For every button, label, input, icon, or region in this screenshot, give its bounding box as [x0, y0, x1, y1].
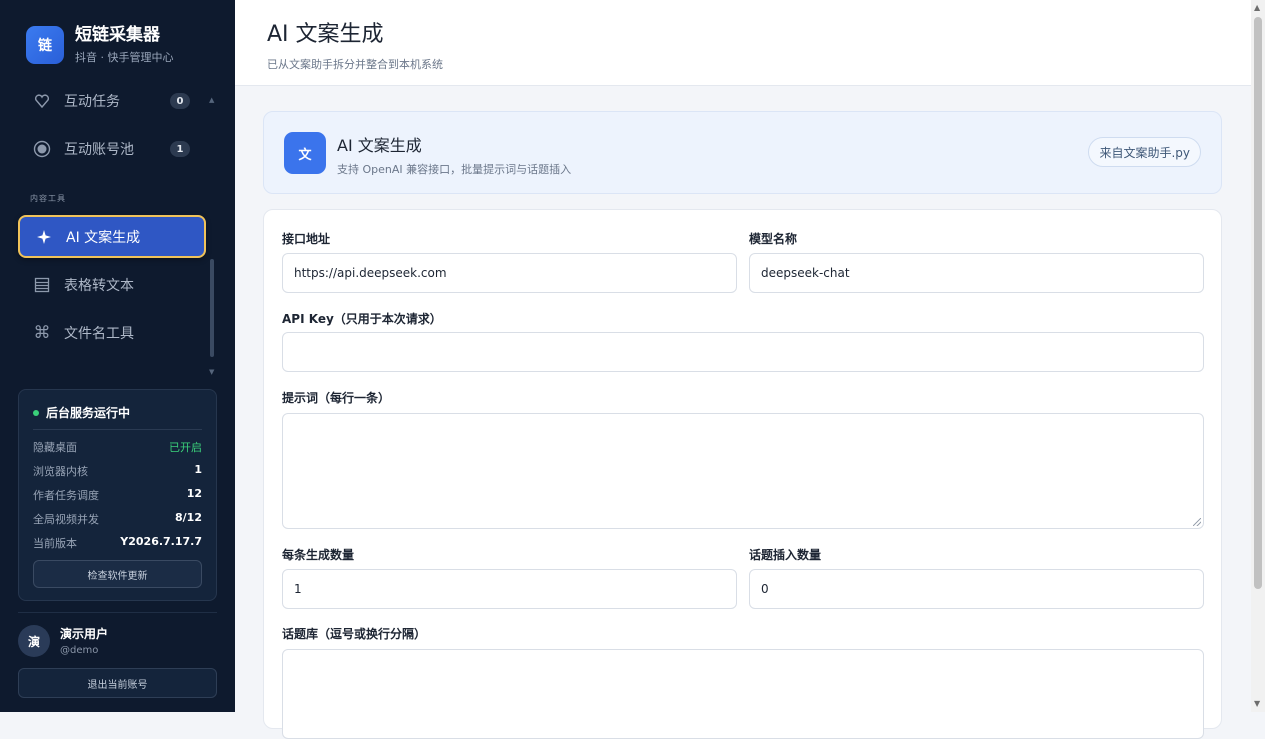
count-badge: 1: [170, 141, 190, 157]
record-icon: [32, 139, 52, 159]
service-row: 当前版本 Y2026.7.17.7: [33, 535, 202, 550]
count-badge: 0: [170, 93, 190, 109]
api-key-input[interactable]: [282, 332, 1204, 372]
service-row: 浏览器内核 1: [33, 463, 202, 478]
command-icon: ⌘: [33, 323, 51, 343]
heart-icon: [32, 91, 52, 111]
sidebar-item-interaction-tasks[interactable]: 互动任务 0: [18, 81, 206, 121]
topic-count-input[interactable]: 0: [749, 569, 1204, 609]
sidebar-item-filename-tool[interactable]: ⌘ 文件名工具: [18, 313, 206, 353]
topic-count-label: 话题插入数量: [749, 548, 822, 562]
resize-handle-icon[interactable]: [1193, 518, 1201, 526]
status-value: 已开启: [169, 441, 202, 454]
count-input[interactable]: 1: [282, 569, 737, 609]
service-row: 全局视频并发 8/12: [33, 511, 202, 526]
service-row: 隐藏桌面 已开启: [33, 441, 202, 454]
feature-icon: 文: [284, 132, 326, 174]
prompts-textarea[interactable]: [282, 413, 1204, 529]
service-title: 后台服务运行中: [46, 406, 131, 420]
sidebar-item-table-to-text[interactable]: 表格转文本: [18, 265, 206, 305]
scroll-down-arrow-icon[interactable]: ▼: [1254, 699, 1260, 708]
feature-subtitle: 支持 OpenAI 兼容接口，批量提示词与话题插入: [337, 163, 572, 176]
status-dot-icon: [33, 409, 39, 416]
sidebar-item-ai-copywriting[interactable]: AI 文案生成: [18, 215, 206, 258]
user-handle: @demo: [60, 645, 99, 656]
brand-title: 短链采集器: [75, 25, 160, 45]
page-title: AI 文案生成: [267, 22, 384, 47]
brand-subtitle: 抖音 · 快手管理中心: [75, 51, 174, 64]
check-update-button[interactable]: 检查软件更新: [33, 560, 202, 588]
sidebar-item-label: 表格转文本: [64, 278, 134, 294]
feature-title: AI 文案生成: [337, 136, 422, 155]
endpoint-label: 接口地址: [282, 232, 331, 246]
feature-banner: 文 AI 文案生成 支持 OpenAI 兼容接口，批量提示词与话题插入 来自文案…: [263, 111, 1222, 194]
endpoint-input[interactable]: https://api.deepseek.com: [282, 253, 737, 293]
divider: [18, 612, 217, 613]
page-subtitle: 已从文案助手拆分并整合到本机系统: [267, 58, 443, 71]
sidebar-item-label: 互动账号池: [64, 142, 134, 158]
page-scrollbar[interactable]: ▲ ▼: [1251, 0, 1265, 712]
brand: 链 短链采集器 抖音 · 快手管理中心: [26, 25, 174, 65]
sidebar-item-account-pool[interactable]: 互动账号池 1: [18, 129, 206, 169]
topics-textarea[interactable]: [282, 649, 1204, 739]
page-header: AI 文案生成 已从文案助手拆分并整合到本机系统: [235, 0, 1251, 86]
service-status-card: 后台服务运行中 隐藏桌面 已开启 浏览器内核 1 作者任务调度 12 全局视频并…: [18, 389, 217, 601]
sidebar-item-label: 文件名工具: [64, 326, 134, 342]
model-input[interactable]: deepseek-chat: [749, 253, 1204, 293]
user-name: 演示用户: [60, 627, 109, 641]
sidebar: 链 短链采集器 抖音 · 快手管理中心 互动任务 0 ▲ 互动账号池 1 内容工…: [0, 0, 235, 712]
scroll-up-icon[interactable]: ▲: [209, 96, 214, 104]
divider: [33, 429, 202, 430]
sidebar-item-label: AI 文案生成: [66, 229, 141, 246]
logout-button[interactable]: 退出当前账号: [18, 668, 217, 698]
service-row: 作者任务调度 12: [33, 487, 202, 502]
api-key-label: API Key（只用于本次请求）: [282, 312, 442, 326]
model-label: 模型名称: [749, 232, 798, 246]
section-label: 内容工具: [30, 194, 66, 203]
sparkle-icon: [34, 227, 54, 247]
scroll-down-icon[interactable]: ▼: [209, 368, 214, 376]
topics-label: 话题库（逗号或换行分隔）: [282, 627, 427, 641]
scroll-up-arrow-icon[interactable]: ▲: [1254, 3, 1260, 12]
sidebar-scrollbar[interactable]: [210, 259, 214, 357]
avatar: 演: [18, 625, 50, 657]
sidebar-item-label: 互动任务: [64, 94, 120, 110]
count-label: 每条生成数量: [282, 548, 355, 562]
table-icon: [32, 275, 52, 295]
prompts-label: 提示词（每行一条）: [282, 391, 391, 405]
settings-form: 接口地址 https://api.deepseek.com 模型名称 deeps…: [263, 209, 1222, 739]
scrollbar-thumb[interactable]: [1254, 17, 1262, 589]
source-badge: 来自文案助手.py: [1088, 137, 1201, 167]
brand-logo: 链: [26, 26, 64, 64]
